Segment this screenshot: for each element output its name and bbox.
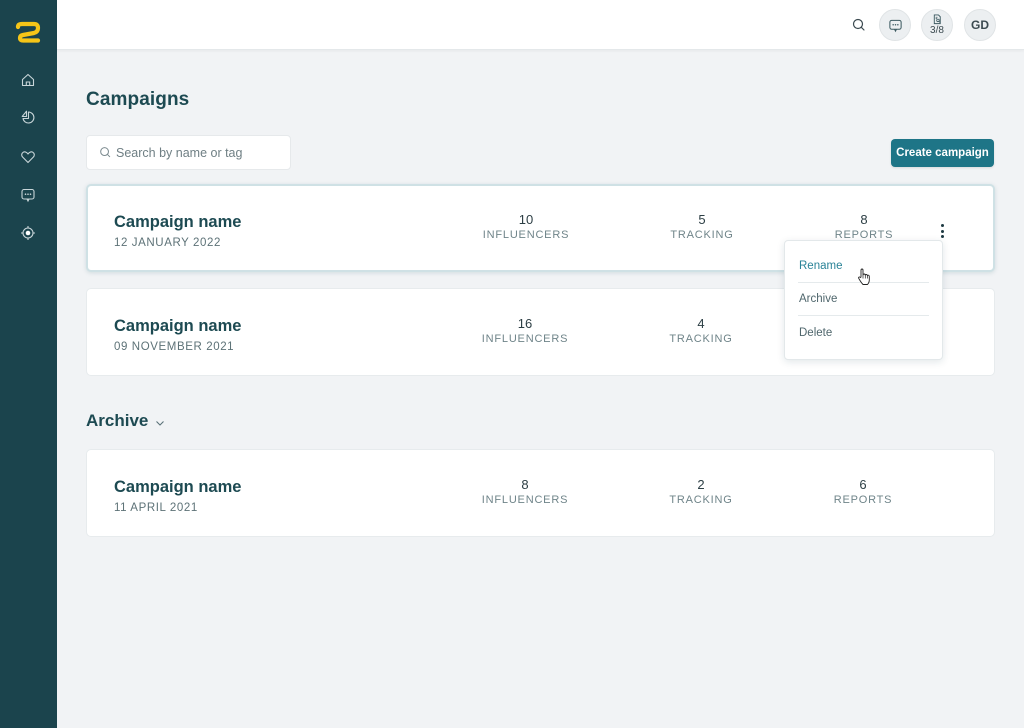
archive-heading: Archive xyxy=(86,411,149,430)
menu-item-delete[interactable]: Delete xyxy=(798,316,929,349)
heart-icon xyxy=(21,151,35,164)
stat-label: TRACKING xyxy=(670,229,734,241)
stat-value: 16 xyxy=(517,316,533,331)
sidebar-item-home[interactable] xyxy=(17,69,39,91)
stat-value: 2 xyxy=(697,477,705,492)
stat-influencers: 16 INFLUENCERS xyxy=(465,316,585,345)
target-icon xyxy=(21,226,35,240)
campaign-search[interactable] xyxy=(86,135,291,170)
search-input[interactable] xyxy=(116,145,286,160)
stat-value: 10 xyxy=(518,212,534,227)
kebab-dot xyxy=(940,235,944,238)
avatar-initials: GD xyxy=(971,18,989,32)
stat-label: TRACKING xyxy=(669,333,733,345)
search-icon xyxy=(100,147,111,158)
reports-quota-button[interactable]: 3/8 xyxy=(921,9,953,41)
chat-icon xyxy=(888,19,902,32)
stat-value: 8 xyxy=(860,212,868,227)
stat-label: INFLUENCERS xyxy=(481,494,569,506)
stat-influencers: 10 INFLUENCERS xyxy=(466,212,586,241)
campaign-name: Campaign name xyxy=(114,317,242,335)
document-search-icon xyxy=(933,14,941,25)
stat-label: INFLUENCERS xyxy=(481,333,569,345)
chat-icon xyxy=(21,188,35,203)
more-options-button[interactable] xyxy=(937,223,947,239)
sidebar-item-analytics[interactable] xyxy=(17,106,39,128)
menu-item-archive[interactable]: Archive xyxy=(798,283,929,316)
stat-value: 5 xyxy=(698,212,706,227)
stat-label: TRACKING xyxy=(669,494,733,506)
campaign-context-menu: Rename Archive Delete xyxy=(784,240,943,360)
stat-label: REPORTS xyxy=(833,494,893,506)
user-avatar[interactable]: GD xyxy=(964,9,996,41)
chevron-down-icon xyxy=(156,420,165,426)
stat-reports: 6 REPORTS xyxy=(803,477,923,506)
top-search-button[interactable] xyxy=(850,16,868,34)
campaign-date: 12 JANUARY 2022 xyxy=(114,237,222,249)
archive-toggle[interactable]: Archive xyxy=(86,411,165,431)
pie-chart-icon xyxy=(21,110,35,124)
stat-influencers: 8 INFLUENCERS xyxy=(465,477,585,506)
sidebar xyxy=(0,0,57,728)
stat-tracking: 5 TRACKING xyxy=(642,212,762,241)
campaign-date: 11 APRIL 2021 xyxy=(114,502,198,514)
sidebar-item-messages[interactable] xyxy=(17,184,39,206)
archived-campaign-card[interactable]: Campaign name 11 APRIL 2021 8 INFLUENCER… xyxy=(86,449,995,537)
home-icon xyxy=(21,73,35,87)
campaign-date: 09 NOVEMBER 2021 xyxy=(114,341,235,353)
sidebar-item-tracking[interactable] xyxy=(17,222,39,244)
create-campaign-button[interactable]: Create campaign xyxy=(891,139,994,167)
hand-pointer-cursor-icon xyxy=(858,268,870,285)
stat-tracking: 2 TRACKING xyxy=(641,477,761,506)
kebab-dot xyxy=(940,229,944,233)
campaign-name: Campaign name xyxy=(114,213,242,231)
reports-count: 3/8 xyxy=(930,25,944,36)
sidebar-item-favorites[interactable] xyxy=(17,146,39,168)
stat-value: 6 xyxy=(859,477,867,492)
stat-reports: 8 REPORTS xyxy=(804,212,924,241)
brand-logo[interactable] xyxy=(14,21,42,45)
stat-tracking: 4 TRACKING xyxy=(641,316,761,345)
messages-button[interactable] xyxy=(879,9,911,41)
search-icon xyxy=(852,18,865,31)
stat-value: 8 xyxy=(521,477,529,492)
campaign-name: Campaign name xyxy=(114,478,242,496)
stat-value: 4 xyxy=(697,316,705,331)
page-title: Campaigns xyxy=(86,89,190,110)
stat-label: INFLUENCERS xyxy=(482,229,570,241)
kebab-dot xyxy=(940,224,944,227)
